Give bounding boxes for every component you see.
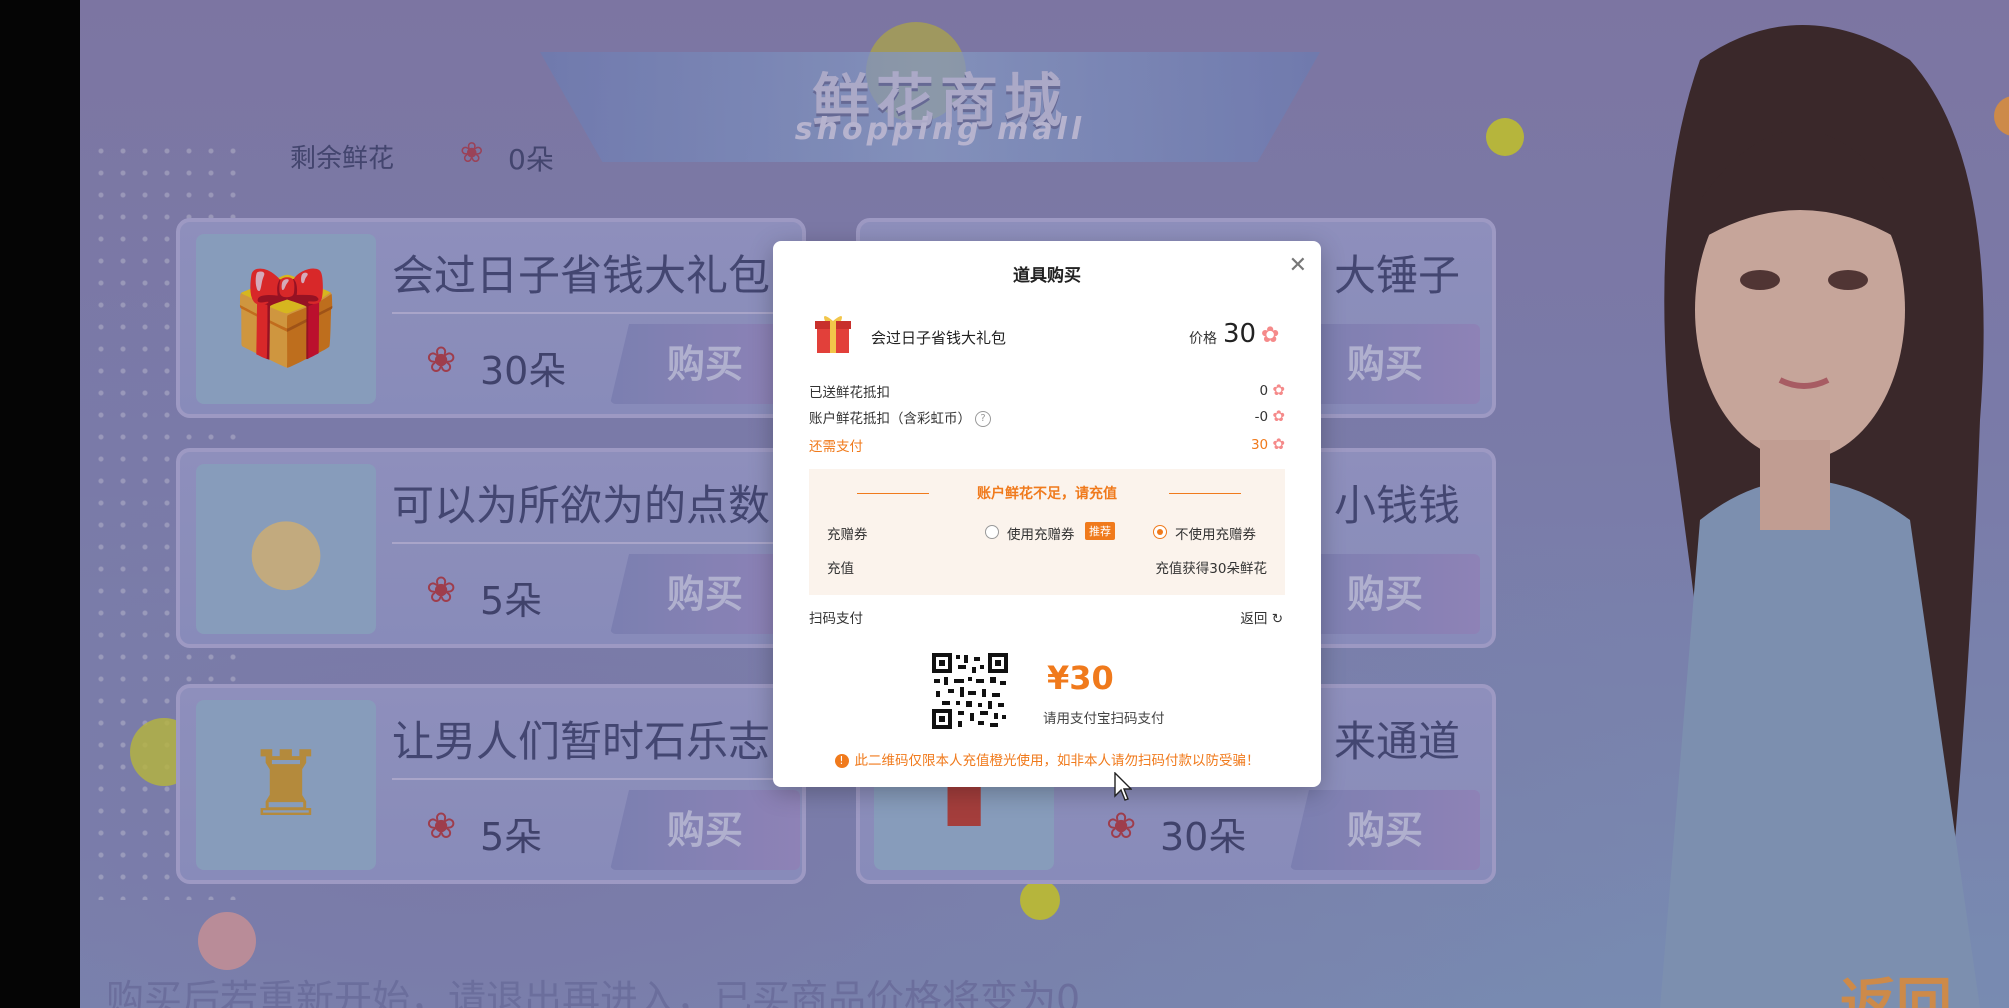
no-coupon-radio[interactable] [1153, 525, 1167, 539]
row-value: -0 [1254, 409, 1269, 425]
coupon-label: 充赠券 [827, 527, 868, 543]
price-value: 30 [1223, 319, 1257, 349]
flower-icon: ✿ [1272, 407, 1285, 425]
back-link[interactable]: 返回 ↻ [1240, 607, 1283, 627]
row-value-group: 0 ✿ [1260, 381, 1285, 399]
flower-icon: ✿ [1272, 381, 1285, 399]
insufficient-warning: 账户鲜花不足，请充值 [977, 486, 1117, 502]
row-label: 账户鲜花抵扣（含彩虹币） [809, 411, 971, 427]
no-coupon-label[interactable]: 不使用充赠券 [1175, 523, 1256, 543]
back-label: 返回 [1240, 611, 1268, 627]
recharge-box: 账户鲜花不足，请充值 充赠券 使用充赠券 推荐 不使用充赠券 充值 充值获得30… [809, 469, 1285, 595]
security-notice: ! 此二维码仅限本人充值橙光使用，如非本人请勿扫码付款以防受骗！ [773, 749, 1321, 769]
price-label: 价格 [1189, 331, 1217, 347]
refresh-icon: ↻ [1271, 611, 1283, 627]
scan-pay-label: 扫码支付 [809, 611, 863, 627]
left-black-bar [0, 0, 80, 1008]
warning-icon: ! [834, 754, 849, 768]
recharge-label: 充值 [827, 561, 854, 577]
help-icon[interactable]: ? [975, 411, 991, 427]
flower-icon: ✿ [1272, 435, 1285, 453]
row-label: 还需支付 [809, 439, 863, 455]
recharge-value: 充值获得30朵鲜花 [1155, 561, 1267, 577]
close-icon[interactable]: ✕ [1289, 253, 1307, 278]
use-coupon-label[interactable]: 使用充赠券 [1007, 523, 1075, 543]
use-coupon-radio[interactable] [985, 525, 999, 539]
account-flower-deduction-row: 账户鲜花抵扣（含彩虹币）? -0 ✿ [809, 407, 1285, 427]
alipay-scan-hint: 请用支付宝扫码支付 [1043, 711, 1165, 727]
row-value: 30 [1250, 437, 1269, 453]
row-label: 已送鲜花抵扣 [809, 385, 890, 401]
row-value: 0 [1259, 383, 1269, 399]
payment-amount: ¥30 [1047, 659, 1114, 697]
qr-code-image [930, 651, 1010, 731]
flower-icon: ✿ [1261, 323, 1280, 348]
gift-flower-deduction-row: 已送鲜花抵扣 0 ✿ [809, 381, 1285, 401]
item-name: 会过日子省钱大礼包 [871, 329, 1007, 347]
purchase-dialog: 道具购买 ✕ 会过日子省钱大礼包 价格 30 ✿ 已送鲜花抵扣 0 ✿ 账户鲜花… [773, 241, 1321, 787]
remaining-payment-row: 还需支付 30 ✿ [809, 435, 1285, 455]
dialog-title: 道具购买 [1013, 266, 1081, 286]
row-value-group: 30 ✿ [1251, 435, 1285, 453]
gift-box-icon [815, 316, 851, 353]
mouse-cursor-icon [1114, 772, 1132, 801]
recommend-badge: 推荐 [1085, 522, 1115, 540]
row-value-group: -0 ✿ [1255, 407, 1285, 425]
security-notice-text: 此二维码仅限本人充值橙光使用，如非本人请勿扫码付款以防受骗！ [854, 753, 1260, 769]
